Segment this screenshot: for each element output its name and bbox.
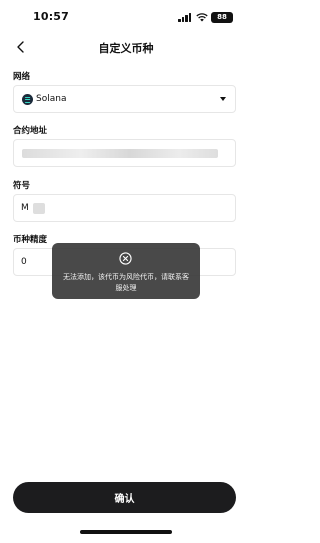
network-value: Solana: [36, 94, 67, 104]
symbol-label: 符号: [13, 181, 31, 191]
precision-label: 币种精度: [13, 235, 48, 245]
contract-address-input[interactable]: [13, 139, 236, 167]
error-toast: 无法添加，该代币为风险代币，请联系客服处理: [52, 243, 200, 299]
nav-bar: 自定义币种: [0, 34, 252, 60]
confirm-button[interactable]: 确认: [13, 482, 236, 513]
symbol-input[interactable]: M: [13, 194, 236, 222]
chevron-down-icon: [220, 97, 226, 101]
status-bar: 10:57 88: [0, 0, 252, 34]
solana-icon: [22, 94, 33, 105]
signal-icon: [178, 13, 192, 22]
battery-icon: 88: [211, 12, 233, 23]
contract-address-label: 合约地址: [13, 126, 48, 136]
status-time: 10:57: [33, 10, 70, 23]
close-circle-icon: [119, 252, 132, 265]
precision-value: 0: [21, 257, 27, 267]
symbol-value: M: [21, 203, 29, 213]
page-title: 自定义币种: [98, 42, 154, 55]
network-label: 网络: [13, 72, 31, 82]
redacted-symbol: [33, 203, 45, 214]
toast-message: 无法添加，该代币为风险代币，请联系客服处理: [63, 273, 189, 292]
wifi-icon: [196, 13, 208, 22]
network-select[interactable]: Solana: [13, 85, 236, 113]
home-indicator: [80, 530, 172, 534]
redacted-contract-address: [22, 149, 218, 158]
